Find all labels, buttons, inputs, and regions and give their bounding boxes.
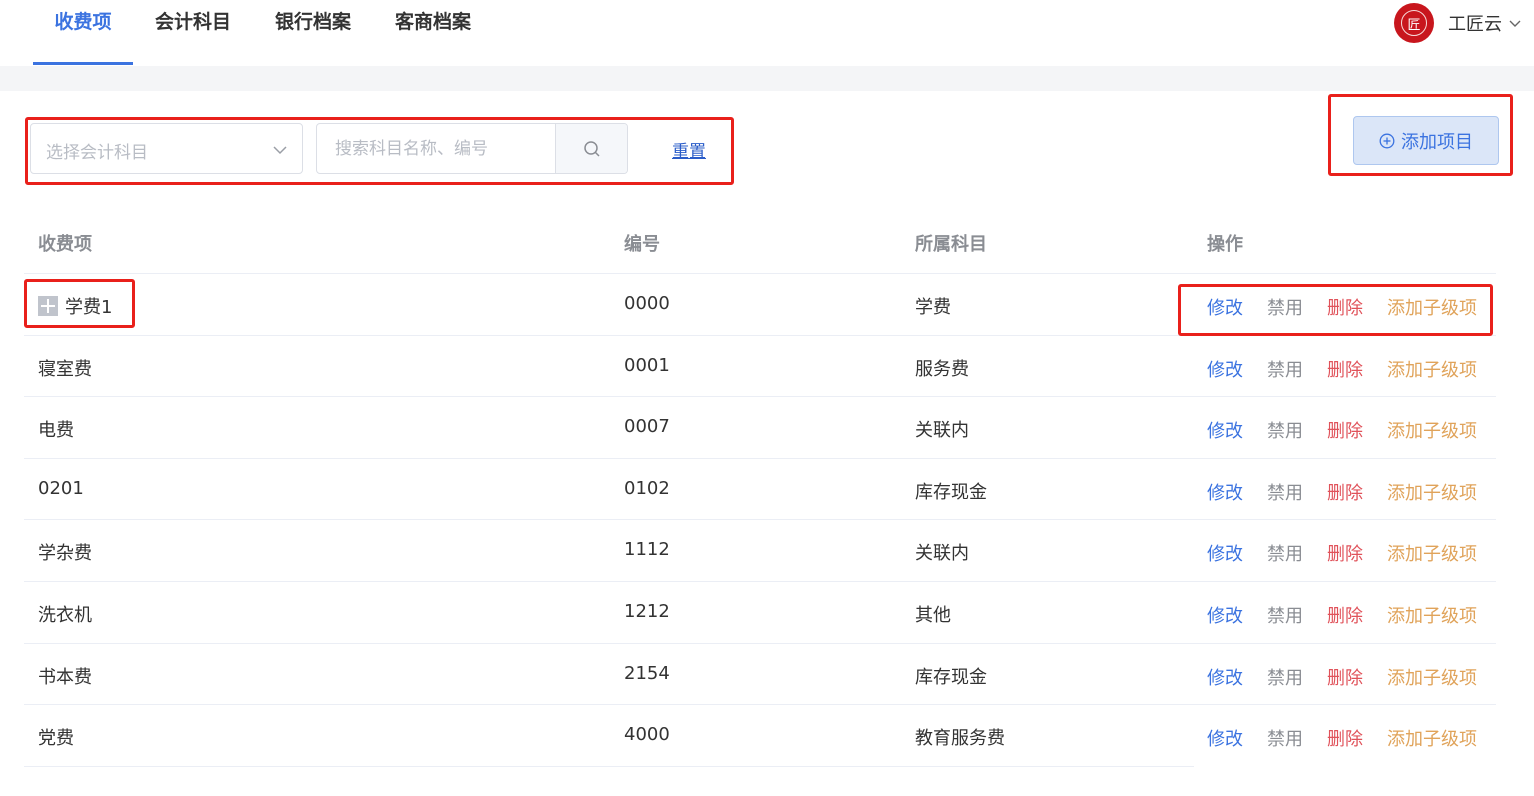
chevron-down-icon	[273, 146, 287, 155]
table-row: 电费 0007 关联内 修改 禁用 删除 添加子级项	[24, 397, 1496, 459]
plus-circle-icon	[1379, 133, 1395, 148]
delete-link[interactable]: 删除	[1327, 725, 1363, 751]
subject-select-placeholder: 选择会计科目	[46, 143, 148, 163]
fee-item-name: 学杂费	[38, 543, 92, 565]
table-row: 0201 0102 库存现金 修改 禁用 删除 添加子级项	[24, 459, 1496, 521]
disable-link[interactable]: 禁用	[1267, 417, 1303, 443]
company-logo: 匠	[1394, 3, 1434, 43]
fee-item-name: 党费	[38, 728, 74, 750]
fee-item-name: 寝室费	[38, 358, 92, 380]
user-menu[interactable]: 匠 工匠云	[1394, 3, 1522, 43]
fee-item-code: 0000	[624, 293, 670, 314]
chevron-down-icon	[1509, 20, 1521, 27]
fee-item-code: 0102	[624, 477, 670, 499]
fee-item-subject: 关联内	[915, 420, 969, 442]
delete-link[interactable]: 删除	[1327, 602, 1363, 628]
add-child-link[interactable]: 添加子级项	[1387, 479, 1477, 505]
add-item-label: 添加项目	[1401, 131, 1473, 153]
column-header-code: 编号	[624, 234, 660, 255]
edit-link[interactable]: 修改	[1207, 356, 1243, 382]
disable-link[interactable]: 禁用	[1267, 725, 1303, 751]
fee-item-name: 书本费	[38, 666, 92, 688]
table-row: 学费1 0000 学费 修改 禁用 删除 添加子级项	[24, 274, 1496, 336]
fee-item-code: 4000	[624, 724, 670, 746]
fee-item-code: 0001	[624, 354, 670, 376]
tab-accounting-subjects[interactable]: 会计科目	[148, 0, 238, 66]
add-child-link[interactable]: 添加子级项	[1387, 664, 1477, 690]
column-header-fee-item: 收费项	[38, 234, 92, 255]
add-child-link[interactable]: 添加子级项	[1387, 602, 1477, 628]
delete-link[interactable]: 删除	[1327, 356, 1363, 382]
disable-link[interactable]: 禁用	[1267, 479, 1303, 505]
edit-link[interactable]: 修改	[1207, 417, 1243, 443]
add-child-link[interactable]: 添加子级项	[1387, 356, 1477, 382]
disable-link[interactable]: 禁用	[1267, 356, 1303, 382]
search-input[interactable]	[317, 124, 557, 173]
table-bottom-border	[24, 766, 1194, 767]
user-name: 工匠云	[1448, 14, 1502, 35]
column-header-subject: 所属科目	[915, 234, 987, 255]
delete-link[interactable]: 删除	[1327, 294, 1363, 320]
fee-item-label: 学费1	[65, 297, 113, 318]
fee-item-name: 0201	[38, 477, 84, 499]
fee-item-name: 学费1	[38, 293, 112, 319]
fee-item-subject: 学费	[915, 297, 951, 318]
edit-link[interactable]: 修改	[1207, 540, 1243, 566]
fee-item-name: 电费	[38, 420, 74, 442]
search-icon	[583, 140, 600, 157]
expand-icon[interactable]	[38, 296, 58, 316]
search-button[interactable]	[555, 124, 627, 173]
disable-link[interactable]: 禁用	[1267, 664, 1303, 690]
header-divider-strip	[0, 66, 1534, 91]
search-box	[316, 123, 628, 174]
fee-item-code: 2154	[624, 662, 670, 684]
fee-item-subject: 教育服务费	[915, 728, 1005, 750]
active-tab-indicator	[33, 62, 133, 65]
edit-link[interactable]: 修改	[1207, 725, 1243, 751]
fee-item-subject: 服务费	[915, 358, 969, 380]
fee-item-code: 1212	[624, 600, 670, 622]
fee-item-subject: 库存现金	[915, 666, 987, 688]
delete-link[interactable]: 删除	[1327, 417, 1363, 443]
tab-fee-items[interactable]: 收费项	[33, 0, 133, 66]
fee-item-subject: 其他	[915, 604, 951, 626]
column-header-operations: 操作	[1207, 234, 1243, 255]
delete-link[interactable]: 删除	[1327, 540, 1363, 566]
fee-items-table: 收费项 编号 所属科目 操作 学费1 0000 学费 修改 禁用 删除 添加子级…	[24, 210, 1496, 767]
tab-bank-archives[interactable]: 银行档案	[268, 0, 358, 66]
tab-merchant-archives[interactable]: 客商档案	[388, 0, 478, 66]
fee-item-code: 1112	[624, 539, 670, 561]
fee-item-subject: 库存现金	[915, 481, 987, 503]
disable-link[interactable]: 禁用	[1267, 540, 1303, 566]
add-item-button[interactable]: 添加项目	[1353, 116, 1499, 165]
table-row: 寝室费 0001 服务费 修改 禁用 删除 添加子级项	[24, 336, 1496, 398]
add-child-link[interactable]: 添加子级项	[1387, 725, 1477, 751]
add-child-link[interactable]: 添加子级项	[1387, 417, 1477, 443]
table-row: 党费 4000 教育服务费 修改 禁用 删除 添加子级项	[24, 705, 1496, 767]
table-header: 收费项 编号 所属科目 操作	[24, 210, 1496, 274]
edit-link[interactable]: 修改	[1207, 294, 1243, 320]
disable-link[interactable]: 禁用	[1267, 294, 1303, 320]
top-nav: 收费项 会计科目 银行档案 客商档案 匠 工匠云	[0, 0, 1534, 66]
table-row: 洗衣机 1212 其他 修改 禁用 删除 添加子级项	[24, 582, 1496, 644]
add-child-link[interactable]: 添加子级项	[1387, 540, 1477, 566]
add-child-link[interactable]: 添加子级项	[1387, 294, 1477, 320]
fee-item-name: 洗衣机	[38, 604, 92, 626]
edit-link[interactable]: 修改	[1207, 664, 1243, 690]
subject-select[interactable]: 选择会计科目	[30, 123, 303, 174]
logo-mark: 匠	[1401, 10, 1427, 36]
table-row: 书本费 2154 库存现金 修改 禁用 删除 添加子级项	[24, 644, 1496, 706]
fee-item-code: 0007	[624, 416, 670, 438]
delete-link[interactable]: 删除	[1327, 479, 1363, 505]
delete-link[interactable]: 删除	[1327, 664, 1363, 690]
edit-link[interactable]: 修改	[1207, 479, 1243, 505]
reset-link[interactable]: 重置	[672, 137, 706, 162]
table-row: 学杂费 1112 关联内 修改 禁用 删除 添加子级项	[24, 520, 1496, 582]
disable-link[interactable]: 禁用	[1267, 602, 1303, 628]
fee-item-subject: 关联内	[915, 543, 969, 565]
edit-link[interactable]: 修改	[1207, 602, 1243, 628]
